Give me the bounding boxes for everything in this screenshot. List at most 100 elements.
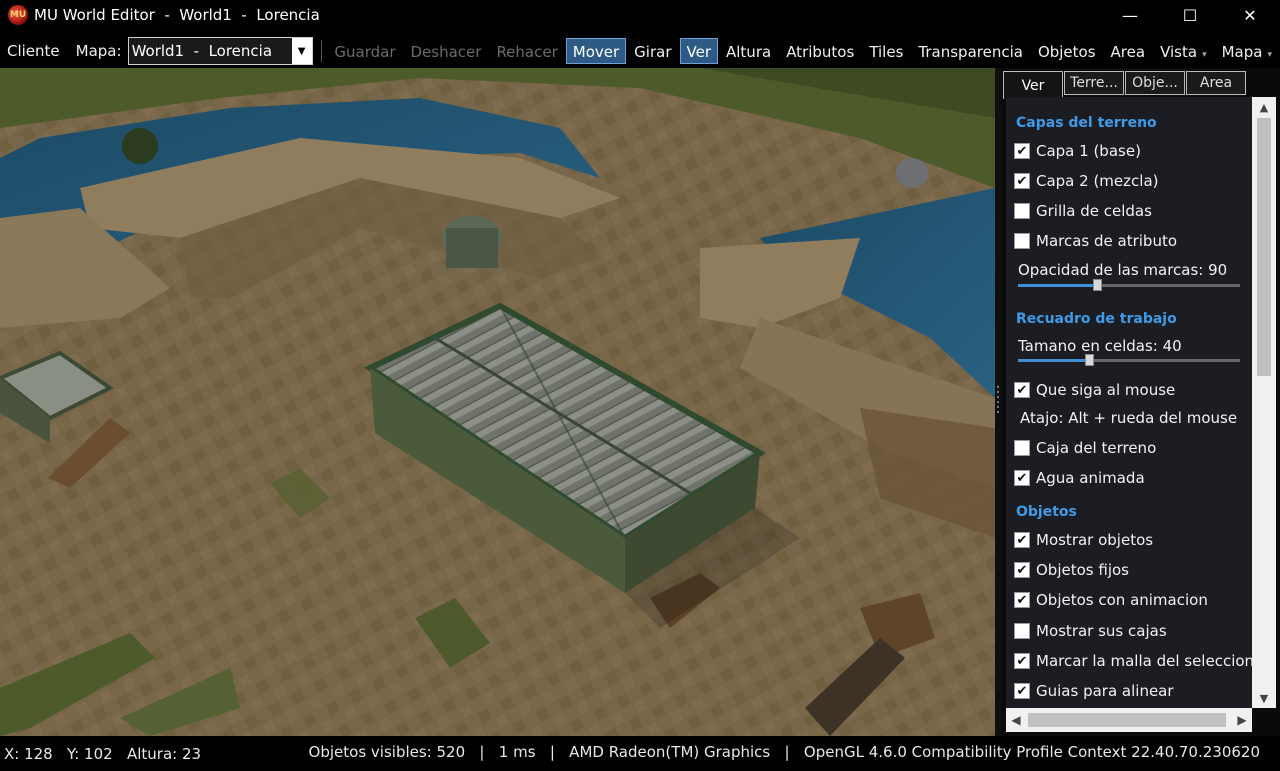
checkbox[interactable]: ✔ bbox=[1014, 173, 1030, 189]
scroll-up-icon[interactable]: ▲ bbox=[1252, 97, 1276, 117]
checkbox[interactable]: ✔ bbox=[1014, 470, 1030, 486]
checkbox[interactable] bbox=[1014, 623, 1030, 639]
cursor-info: X: 128 Y: 102 Altura: 23 bbox=[4, 744, 202, 763]
follow-mouse-option[interactable]: ✔ Que siga al mouse bbox=[1014, 381, 1175, 399]
status-bar: X: 128 Y: 102 Altura: 23 Objetos visible… bbox=[0, 736, 1280, 771]
scrollbar-thumb[interactable] bbox=[1028, 713, 1226, 727]
transparency-mode-button[interactable]: Transparencia bbox=[911, 38, 1030, 64]
checkbox[interactable]: ✔ bbox=[1014, 143, 1030, 159]
animated-objects-option[interactable]: ✔ Objetos con animacion bbox=[1014, 591, 1208, 609]
checkbox-label: Mostrar objetos bbox=[1036, 531, 1154, 549]
checkbox-label: Guias para alinear bbox=[1036, 682, 1174, 700]
minimize-button[interactable]: — bbox=[1100, 0, 1160, 30]
checkbox[interactable]: ✔ bbox=[1014, 382, 1030, 398]
show-objects-option[interactable]: ✔ Mostrar objetos bbox=[1014, 531, 1153, 549]
section-objects: Objetos bbox=[1016, 504, 1077, 520]
checkbox-label: Objetos fijos bbox=[1036, 561, 1129, 579]
cell-grid-option[interactable]: Grilla de celdas bbox=[1014, 202, 1152, 220]
slider-handle[interactable] bbox=[1093, 279, 1102, 291]
close-button[interactable]: ✕ bbox=[1220, 0, 1280, 30]
section-terrain-layers: Capas del terreno bbox=[1016, 115, 1157, 131]
side-panel: Ver Terre... Obje... Area Capas del terr… bbox=[1001, 68, 1280, 736]
mark-opacity-slider[interactable] bbox=[1018, 279, 1240, 291]
checkbox-label: Agua animada bbox=[1036, 469, 1145, 487]
move-tool-button[interactable]: Mover bbox=[565, 38, 627, 64]
checkbox[interactable] bbox=[1014, 203, 1030, 219]
slider-handle[interactable] bbox=[1085, 354, 1094, 366]
checkbox-label: Marcar la malla del seleccionado bbox=[1036, 652, 1252, 670]
checkbox[interactable] bbox=[1014, 440, 1030, 456]
tab-objects[interactable]: Obje... bbox=[1125, 71, 1185, 95]
undo-button[interactable]: Deshacer bbox=[404, 38, 489, 64]
client-button[interactable]: Cliente bbox=[7, 42, 60, 60]
scroll-down-icon[interactable]: ▼ bbox=[1252, 688, 1276, 708]
scroll-left-icon[interactable]: ◀ bbox=[1006, 708, 1026, 732]
tiles-mode-button[interactable]: Tiles bbox=[862, 38, 910, 64]
checkbox[interactable]: ✔ bbox=[1014, 592, 1030, 608]
map-select[interactable]: World1 - Lorencia ▼ bbox=[127, 37, 313, 65]
tab-view[interactable]: Ver bbox=[1003, 71, 1063, 99]
checkbox-label: Que siga al mouse bbox=[1036, 381, 1176, 399]
layer2-option[interactable]: ✔ Capa 2 (mezcla) bbox=[1014, 172, 1158, 190]
toolbar-divider bbox=[320, 40, 322, 62]
layer1-option[interactable]: ✔ Capa 1 (base) bbox=[1014, 142, 1141, 160]
map-label: Mapa: bbox=[75, 42, 122, 60]
area-mode-button[interactable]: Area bbox=[1104, 38, 1153, 64]
scrollbar-thumb[interactable] bbox=[1257, 118, 1271, 376]
checkbox[interactable]: ✔ bbox=[1014, 562, 1030, 578]
scroll-right-icon[interactable]: ▶ bbox=[1232, 708, 1252, 732]
caret-icon: ▾ bbox=[1267, 50, 1272, 60]
map-menu-label: Mapa bbox=[1221, 43, 1263, 61]
terrain-render bbox=[0, 68, 995, 736]
splitter-grip-icon[interactable] bbox=[997, 386, 999, 416]
panel-tabs: Ver Terre... Obje... Area bbox=[1003, 71, 1247, 99]
view-options: Capas del terreno ✔ Capa 1 (base) ✔ Capa… bbox=[1006, 97, 1252, 708]
checkbox-label: Marcas de atributo bbox=[1036, 232, 1178, 250]
checkbox-label: Mostrar sus cajas bbox=[1036, 622, 1167, 640]
view-menu[interactable]: Vista ▾ bbox=[1153, 38, 1214, 64]
slider-fill bbox=[1018, 284, 1097, 287]
animated-water-option[interactable]: ✔ Agua animada bbox=[1014, 469, 1145, 487]
cell-size-label: Tamano en celdas: 40 bbox=[1018, 337, 1182, 355]
map-select-value: World1 - Lorencia bbox=[131, 42, 273, 60]
save-button[interactable]: Guardar bbox=[327, 38, 402, 64]
app-logo-icon: MU bbox=[8, 5, 28, 25]
section-work-frame: Recuadro de trabajo bbox=[1016, 311, 1177, 327]
window-controls: — ☐ ✕ bbox=[1100, 0, 1280, 30]
map-menu[interactable]: Mapa ▾ bbox=[1215, 38, 1279, 64]
shortcut-hint: Atajo: Alt + rueda del mouse bbox=[1020, 409, 1238, 427]
attribute-marks-option[interactable]: Marcas de atributo bbox=[1014, 232, 1177, 250]
fixed-objects-option[interactable]: ✔ Objetos fijos bbox=[1014, 561, 1129, 579]
attributes-mode-button[interactable]: Atributos bbox=[779, 38, 861, 64]
show-boxes-option[interactable]: Mostrar sus cajas bbox=[1014, 622, 1167, 640]
chevron-down-icon[interactable]: ▼ bbox=[291, 38, 312, 64]
terrain-box-option[interactable]: Caja del terreno bbox=[1014, 439, 1156, 457]
maximize-button[interactable]: ☐ bbox=[1160, 0, 1220, 30]
checkbox[interactable]: ✔ bbox=[1014, 653, 1030, 669]
checkbox-label: Caja del terreno bbox=[1036, 439, 1157, 457]
title-bar: MU MU World Editor - World1 - Lorencia —… bbox=[0, 0, 1280, 30]
tab-terrain[interactable]: Terre... bbox=[1064, 71, 1124, 95]
checkbox-label: Capa 2 (mezcla) bbox=[1036, 172, 1159, 190]
align-guides-option[interactable]: ✔ Guias para alinear bbox=[1014, 682, 1174, 700]
tab-area[interactable]: Area bbox=[1186, 71, 1246, 95]
checkbox-label: Grilla de celdas bbox=[1036, 202, 1152, 220]
redo-button[interactable]: Rehacer bbox=[489, 38, 564, 64]
checkbox-label: Objetos con animacion bbox=[1036, 591, 1208, 609]
view-menu-label: Vista bbox=[1160, 43, 1198, 61]
checkbox[interactable]: ✔ bbox=[1014, 532, 1030, 548]
objects-mode-button[interactable]: Objetos bbox=[1031, 38, 1103, 64]
mark-opacity-label: Opacidad de las marcas: 90 bbox=[1018, 261, 1228, 279]
cell-size-slider[interactable] bbox=[1018, 354, 1240, 366]
checkbox[interactable]: ✔ bbox=[1014, 683, 1030, 699]
rotate-tool-button[interactable]: Girar bbox=[627, 38, 678, 64]
main-toolbar: Cliente Mapa: World1 - Lorencia ▼ Guarda… bbox=[0, 34, 1280, 68]
panel-vertical-scrollbar[interactable]: ▲ ▼ bbox=[1252, 97, 1276, 708]
view-mode-button[interactable]: Ver bbox=[679, 38, 718, 64]
panel-horizontal-scrollbar[interactable]: ◀ ▶ bbox=[1006, 708, 1252, 732]
mark-mesh-option[interactable]: ✔ Marcar la malla del seleccionado bbox=[1014, 652, 1252, 670]
checkbox[interactable] bbox=[1014, 233, 1030, 249]
height-mode-button[interactable]: Altura bbox=[719, 38, 778, 64]
render-info: Objetos visibles: 520 | 1 ms | AMD Radeo… bbox=[308, 743, 1260, 761]
3d-viewport[interactable] bbox=[0, 68, 995, 736]
